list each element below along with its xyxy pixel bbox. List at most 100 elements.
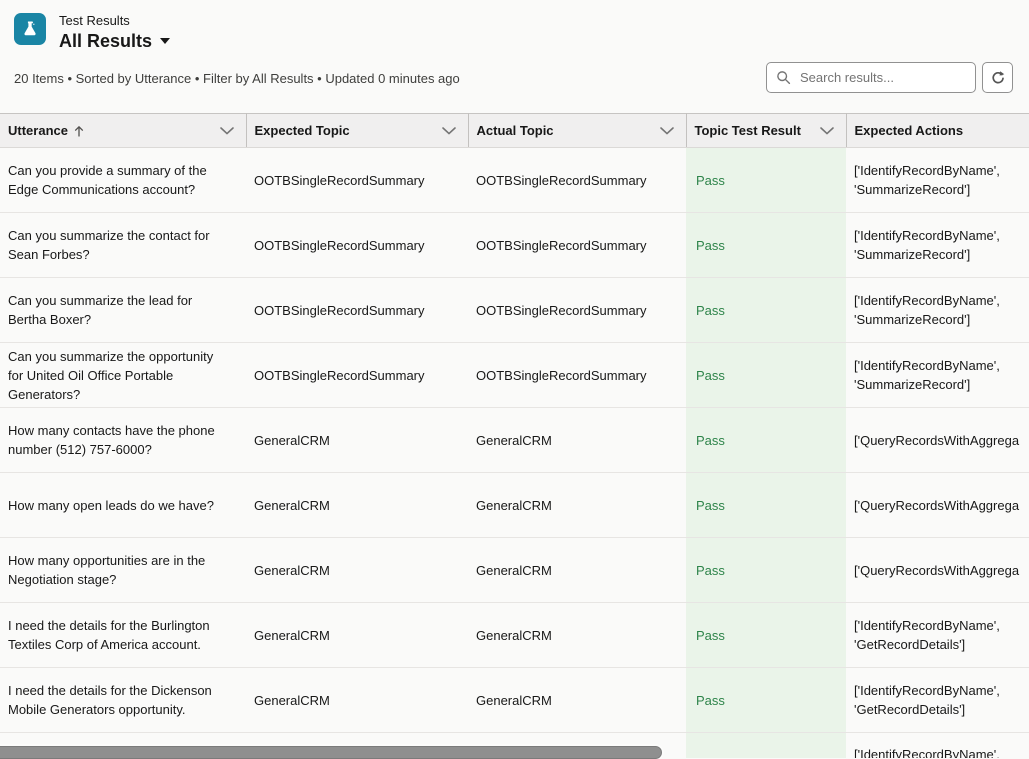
cell-expected-topic: OOTBSingleRecordSummary xyxy=(246,148,468,213)
cell-expected-actions-text: ['QueryRecordsWithAggrega xyxy=(854,561,1029,580)
search-input[interactable] xyxy=(798,69,966,86)
cell-expected-actions: ['QueryRecordsWithAggrega xyxy=(846,473,1029,538)
cell-expected-actions-text: ['IdentifyRecordByName', 'SummarizeRecor… xyxy=(854,291,1029,329)
cell-expected-topic: GeneralCRM xyxy=(246,538,468,603)
cell-topic-test-result: Pass xyxy=(686,668,846,733)
cell-topic-test-result-text: Pass xyxy=(696,366,838,385)
cell-expected-topic: OOTBSingleRecordSummary xyxy=(246,343,468,408)
caret-down-icon xyxy=(160,38,170,44)
cell-actual-topic-text: OOTBSingleRecordSummary xyxy=(476,366,678,385)
cell-utterance: I need the details for the Burlington Te… xyxy=(0,603,246,668)
cell-utterance-text: I need the details for the Burlington Te… xyxy=(8,616,238,654)
cell-topic-test-result: Pass xyxy=(686,538,846,603)
table-row[interactable]: How many contacts have the phone number … xyxy=(0,408,1029,473)
column-header-actual-topic[interactable]: Actual Topic xyxy=(468,114,686,148)
pass-status: Pass xyxy=(696,693,725,708)
cell-actual-topic: OOTBSingleRecordSummary xyxy=(468,278,686,343)
refresh-button[interactable] xyxy=(982,62,1013,93)
cell-expected-actions-text: ['IdentifyRecordByName', 'GetRecordDetai… xyxy=(854,681,1029,719)
table-row[interactable]: Can you summarize the opportunity for Un… xyxy=(0,343,1029,408)
column-header-expected-actions[interactable]: Expected Actions xyxy=(846,114,1029,148)
cell-utterance: I need the details for the Dickenson Mob… xyxy=(0,668,246,733)
column-header-topic-test-result[interactable]: Topic Test Result xyxy=(686,114,846,148)
cell-actual-topic: OOTBSingleRecordSummary xyxy=(468,213,686,278)
cell-expected-actions: ['QueryRecordsWithAggrega xyxy=(846,408,1029,473)
cell-actual-topic: GeneralCRM xyxy=(468,473,686,538)
search-box[interactable] xyxy=(766,62,976,93)
cell-actual-topic: OOTBSingleRecordSummary xyxy=(468,148,686,213)
cell-expected-actions: ['IdentifyRecordByName', 'SummarizeRecor… xyxy=(846,213,1029,278)
cell-expected-actions-text: ['IdentifyRecordByName', 'GetRecordDetai… xyxy=(854,616,1029,654)
results-table: Utterance Expected TopicActual TopicTopic… xyxy=(0,113,1029,758)
cell-expected-topic-text: GeneralCRM xyxy=(254,496,460,515)
cell-expected-actions: ['QueryRecordsWithAggrega xyxy=(846,538,1029,603)
cell-expected-topic-text: GeneralCRM xyxy=(254,431,460,450)
cell-expected-actions-text: ['IdentifyRecordByName', xyxy=(854,745,1029,758)
cell-topic-test-result-text: Pass xyxy=(696,301,838,320)
cell-expected-actions: ['IdentifyRecordByName', 'SummarizeRecor… xyxy=(846,343,1029,408)
table-row[interactable]: Can you provide a summary of the Edge Co… xyxy=(0,148,1029,213)
table-row[interactable]: I need the details for the Dickenson Mob… xyxy=(0,668,1029,733)
cell-expected-topic: OOTBSingleRecordSummary xyxy=(246,213,468,278)
refresh-icon xyxy=(990,70,1006,86)
column-header-utterance[interactable]: Utterance xyxy=(0,114,246,148)
table-row[interactable]: How many opportunities are in the Negoti… xyxy=(0,538,1029,603)
cell-actual-topic-text: GeneralCRM xyxy=(476,496,678,515)
chevron-down-icon[interactable] xyxy=(442,127,456,135)
pass-status: Pass xyxy=(696,433,725,448)
cell-expected-actions: ['IdentifyRecordByName', 'GetRecordDetai… xyxy=(846,603,1029,668)
cell-utterance: Can you provide a summary of the Edge Co… xyxy=(0,148,246,213)
cell-topic-test-result xyxy=(686,733,846,759)
cell-expected-actions-text: ['IdentifyRecordByName', 'SummarizeRecor… xyxy=(854,226,1029,264)
cell-topic-test-result: Pass xyxy=(686,473,846,538)
cell-utterance-text: Can you provide a summary of the Edge Co… xyxy=(8,161,238,199)
search-icon xyxy=(776,70,791,85)
cell-topic-test-result: Pass xyxy=(686,343,846,408)
chevron-down-icon[interactable] xyxy=(820,127,834,135)
chevron-down-icon[interactable] xyxy=(660,127,674,135)
cell-topic-test-result-text: Pass xyxy=(696,431,838,450)
pass-status: Pass xyxy=(696,563,725,578)
list-view-label: All Results xyxy=(59,31,152,51)
cell-topic-test-result-text: Pass xyxy=(696,171,838,190)
cell-utterance: Can you summarize the opportunity for Un… xyxy=(0,343,246,408)
cell-utterance-text: Can you summarize the opportunity for Un… xyxy=(8,347,238,404)
list-view-selector[interactable]: All Results xyxy=(59,31,170,51)
cell-topic-test-result-text: Pass xyxy=(696,691,838,710)
cell-actual-topic-text: GeneralCRM xyxy=(476,626,678,645)
pass-status: Pass xyxy=(696,238,725,253)
cell-expected-actions: ['IdentifyRecordByName', 'GetRecordDetai… xyxy=(846,668,1029,733)
table-row[interactable]: I need the details for the Burlington Te… xyxy=(0,603,1029,668)
cell-expected-topic: GeneralCRM xyxy=(246,473,468,538)
cell-utterance: Can you summarize the contact for Sean F… xyxy=(0,213,246,278)
cell-actual-topic-text: OOTBSingleRecordSummary xyxy=(476,301,678,320)
cell-expected-topic-text: GeneralCRM xyxy=(254,626,460,645)
results-table-viewport: Utterance Expected TopicActual TopicTopic… xyxy=(0,113,1029,758)
cell-expected-topic: OOTBSingleRecordSummary xyxy=(246,278,468,343)
cell-actual-topic: GeneralCRM xyxy=(468,538,686,603)
table-row[interactable]: Can you summarize the contact for Sean F… xyxy=(0,213,1029,278)
cell-expected-topic-text: OOTBSingleRecordSummary xyxy=(254,236,460,255)
table-row[interactable]: Can you summarize the lead for Bertha Bo… xyxy=(0,278,1029,343)
cell-utterance-text: How many contacts have the phone number … xyxy=(8,421,238,459)
column-header-expected-topic[interactable]: Expected Topic xyxy=(246,114,468,148)
cell-expected-topic-text: OOTBSingleRecordSummary xyxy=(254,366,460,385)
cell-utterance: How many contacts have the phone number … xyxy=(0,408,246,473)
pass-status: Pass xyxy=(696,498,725,513)
column-label: Utterance xyxy=(8,123,68,138)
cell-utterance: How many open leads do we have? xyxy=(0,473,246,538)
cell-actual-topic-text: GeneralCRM xyxy=(476,691,678,710)
horizontal-scrollbar-thumb[interactable] xyxy=(0,746,662,759)
table-row[interactable]: How many open leads do we have? GeneralCR… xyxy=(0,473,1029,538)
column-label: Expected Actions xyxy=(855,123,964,138)
cell-topic-test-result-text: Pass xyxy=(696,496,838,515)
object-label: Test Results xyxy=(59,13,170,29)
pass-status: Pass xyxy=(696,368,725,383)
cell-expected-actions-text: ['QueryRecordsWithAggrega xyxy=(854,496,1029,515)
cell-expected-topic-text: OOTBSingleRecordSummary xyxy=(254,301,460,320)
test-results-page: Test Results All Results 20 Items • Sort… xyxy=(0,0,1029,758)
cell-actual-topic: GeneralCRM xyxy=(468,408,686,473)
chevron-down-icon[interactable] xyxy=(220,127,234,135)
cell-utterance-text: Can you summarize the contact for Sean F… xyxy=(8,226,238,264)
cell-utterance-text: How many opportunities are in the Negoti… xyxy=(8,551,238,589)
